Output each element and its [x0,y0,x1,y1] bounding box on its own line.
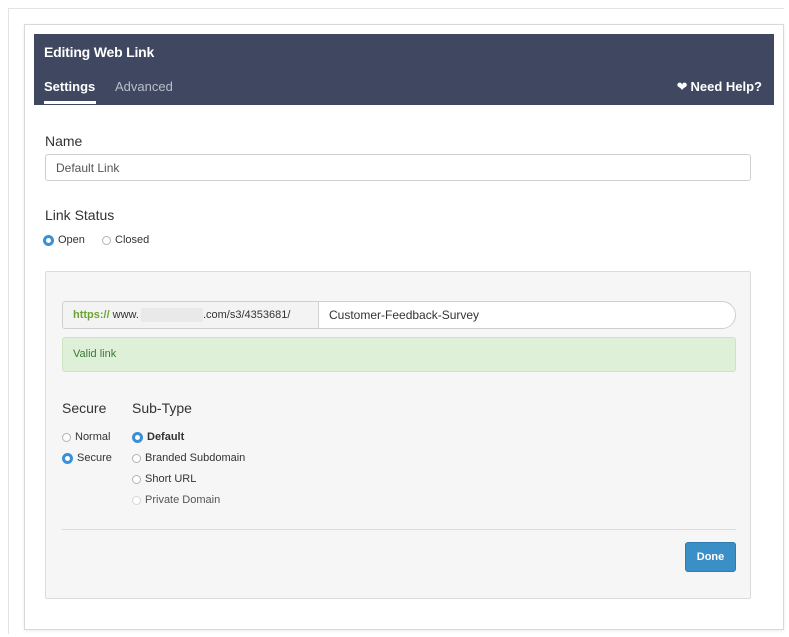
need-help-label: Need Help? [690,79,762,94]
secure-secure-radio[interactable] [62,452,73,464]
panel-divider [62,529,736,530]
name-label: Name [45,133,83,149]
url-prefix: https:// www. .com/s3/4353681/ [63,302,319,328]
status-open-option[interactable]: Open [43,234,85,246]
secure-normal-label: Normal [75,431,111,443]
subtype-short-url-radio[interactable] [132,474,141,484]
secure-normal-radio[interactable] [62,432,71,442]
url-host-path: .com/s3/4353681/ [202,309,291,321]
valid-link-banner: Valid link [62,337,736,372]
subtype-private-domain-label: Private Domain [145,494,221,506]
status-open-label: Open [58,234,85,246]
subtype-branded-label: Branded Subdomain [145,452,246,464]
secure-heading: Secure [62,400,107,416]
tab-advanced[interactable]: Advanced [115,79,173,94]
active-tab-indicator [44,101,96,104]
link-settings-panel: https:// www. .com/s3/4353681/ Valid lin… [45,271,751,599]
dialog-header: Editing Web Link Settings Advanced ❤ Nee… [34,34,774,105]
subtype-default-radio[interactable] [132,431,143,443]
status-open-radio[interactable] [43,234,54,246]
subtype-default-option[interactable]: Default [132,431,184,443]
url-slug-input[interactable] [319,307,735,323]
heart-icon: ❤ [676,79,688,94]
sub-type-heading: Sub-Type [132,400,192,416]
secure-secure-option[interactable]: Secure [62,452,112,464]
edit-web-link-dialog: Editing Web Link Settings Advanced ❤ Nee… [24,24,784,630]
status-closed-option[interactable]: Closed [102,234,149,246]
link-status-label: Link Status [45,207,115,223]
url-field: https:// www. .com/s3/4353681/ [62,301,736,329]
secure-normal-option[interactable]: Normal [62,431,110,443]
subtype-private-domain-option: Private Domain [132,494,220,506]
redacted-domain [140,308,203,322]
status-closed-label: Closed [115,234,150,246]
url-host-start: www. [112,309,139,321]
status-closed-radio[interactable] [102,235,111,245]
subtype-branded-radio[interactable] [132,453,141,463]
done-button[interactable]: Done [685,542,736,572]
secure-secure-label: Secure [77,452,112,464]
subtype-default-label: Default [147,431,185,443]
subtype-short-url-label: Short URL [145,473,197,485]
dialog-title: Editing Web Link [44,44,155,60]
subtype-branded-option[interactable]: Branded Subdomain [132,452,245,464]
url-scheme: https:// [73,309,110,321]
need-help-link[interactable]: ❤ Need Help? [677,79,762,94]
subtype-short-url-option[interactable]: Short URL [132,473,196,485]
subtype-private-domain-radio [132,495,141,505]
name-input[interactable] [45,154,751,181]
tab-settings[interactable]: Settings [44,79,95,94]
